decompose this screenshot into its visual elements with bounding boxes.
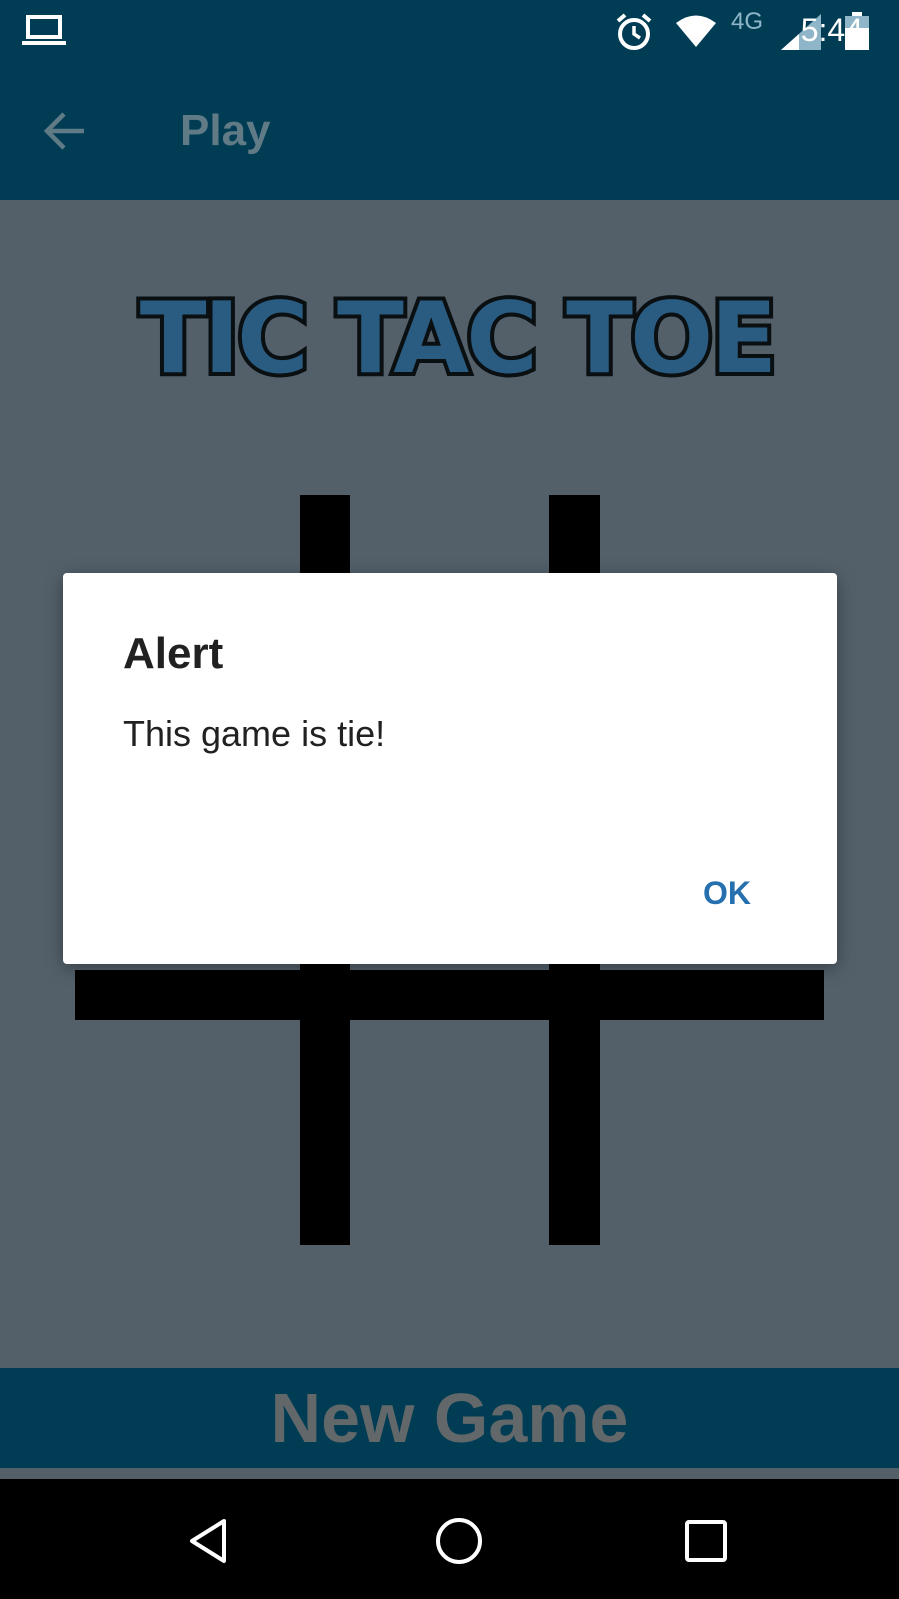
status-clock: 5:44 xyxy=(800,12,863,48)
nav-home-icon[interactable] xyxy=(433,1515,485,1567)
alert-dialog: Alert This game is tie! OK xyxy=(63,573,837,964)
app-bar: Play xyxy=(0,64,899,200)
nav-recents-icon[interactable] xyxy=(680,1515,732,1567)
wifi-icon xyxy=(676,15,716,47)
dialog-message: This game is tie! xyxy=(123,713,386,754)
ok-button[interactable]: OK xyxy=(703,875,751,912)
laptop-icon xyxy=(22,15,66,45)
dialog-title: Alert xyxy=(123,629,224,678)
network-type-label: 4G xyxy=(731,8,764,35)
new-game-button[interactable]: New Game xyxy=(0,1368,899,1468)
alarm-icon xyxy=(616,13,652,50)
system-navigation-bar xyxy=(0,1479,899,1599)
new-game-label: New Game xyxy=(270,1379,629,1457)
board-line-horizontal-bottom xyxy=(75,970,824,1020)
page-title: Play xyxy=(180,106,271,155)
status-bar: 4G 5:44 xyxy=(0,0,899,64)
tic-tac-toe-logo: TIC TAC TOE xyxy=(136,280,782,390)
back-arrow-icon[interactable] xyxy=(42,108,88,154)
nav-back-icon[interactable] xyxy=(182,1515,234,1567)
logo-text: TIC TAC TOE xyxy=(140,282,775,390)
